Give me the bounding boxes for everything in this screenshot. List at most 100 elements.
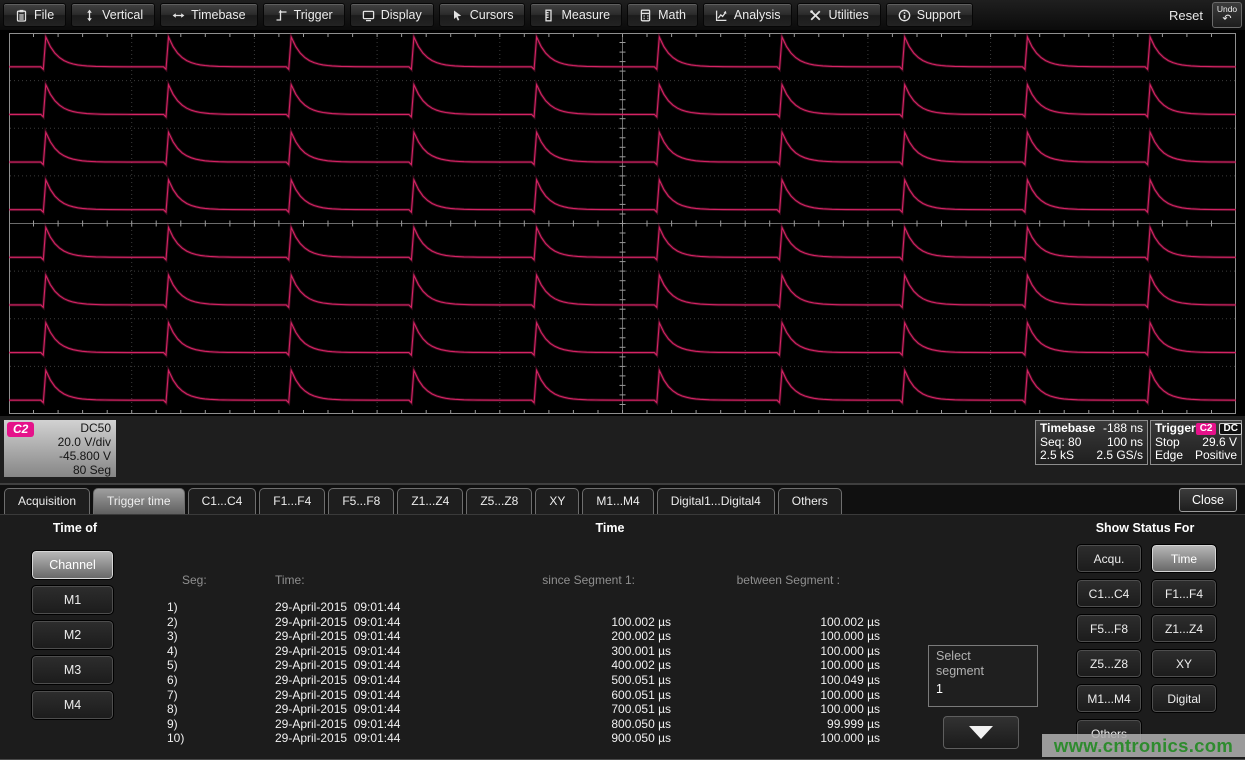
tab-digital1-digital4[interactable]: Digital1...Digital4: [657, 488, 775, 514]
menu-timebase-button[interactable]: Timebase: [160, 3, 257, 27]
menu-item-label: Analysis: [734, 8, 781, 22]
status-digital-button[interactable]: Digital: [1152, 685, 1216, 712]
time-cell: 29-April-2015 09:01:44: [235, 600, 495, 615]
reset-button[interactable]: Reset: [1169, 8, 1203, 23]
menu-analysis-button[interactable]: Analysis: [703, 3, 793, 27]
menu-item-label: Trigger: [294, 8, 333, 22]
time-of-m4-button[interactable]: M4: [32, 691, 113, 719]
menu-support-button[interactable]: Support: [886, 3, 973, 27]
channel-descriptor-c2[interactable]: C2 DC50 20.0 V/div -45.800 V 80 Seg: [4, 420, 116, 477]
utilities-icon: [809, 9, 822, 22]
menu-item-label: Vertical: [102, 8, 143, 22]
between-cell: 99.999 µs: [675, 717, 880, 732]
menu-math-button[interactable]: Math: [627, 3, 698, 27]
select-segment-box[interactable]: Select segment 1: [928, 645, 1038, 707]
trigger-coupling-badge: DC: [1219, 423, 1241, 435]
since-cell: 400.002 µs: [495, 658, 675, 673]
segment-down-button[interactable]: [943, 716, 1019, 749]
undo-button[interactable]: Undo ↶: [1212, 2, 1242, 28]
menu-item-label: Cursors: [470, 8, 514, 22]
between-cell: 100.000 µs: [675, 629, 880, 644]
status-z1-z4-button[interactable]: Z1...Z4: [1152, 615, 1216, 642]
time-cell: 29-April-2015 09:01:44: [235, 717, 495, 732]
trigger-level: 29.6 V: [1202, 436, 1237, 450]
analysis-icon: [715, 9, 728, 22]
seg-cell: 3): [150, 629, 235, 644]
menu-measure-button[interactable]: Measure: [530, 3, 622, 27]
table-row: 3)29-April-2015 09:01:44200.002 µs100.00…: [150, 629, 895, 644]
tab-f1-f4[interactable]: F1...F4: [259, 488, 325, 514]
select-segment-value: 1: [936, 682, 1030, 696]
seg-cell: 7): [150, 688, 235, 703]
status-c1-c4-button[interactable]: C1...C4: [1077, 580, 1141, 607]
time-of-m3-button[interactable]: M3: [32, 656, 113, 684]
tab-others[interactable]: Others: [778, 488, 842, 514]
menu-utilities-button[interactable]: Utilities: [797, 3, 880, 27]
menu-display-button[interactable]: Display: [350, 3, 434, 27]
measure-icon: [542, 9, 555, 22]
menu-trigger-button[interactable]: Trigger: [263, 3, 345, 27]
since-cell: 100.002 µs: [495, 615, 675, 630]
menu-item-label: Measure: [561, 8, 610, 22]
status-z5-z8-button[interactable]: Z5...Z8: [1077, 650, 1141, 677]
select-segment-label: Select segment: [936, 649, 1006, 679]
table-row: 7)29-April-2015 09:01:44600.051 µs100.00…: [150, 688, 895, 703]
table-row: 8)29-April-2015 09:01:44700.051 µs100.00…: [150, 702, 895, 717]
tab-m1-m4[interactable]: M1...M4: [582, 488, 653, 514]
trigger-descriptor[interactable]: Trigger C2 DC Stop29.6 V EdgePositive: [1150, 420, 1242, 465]
since-cell: 200.002 µs: [495, 629, 675, 644]
menu-cursors-button[interactable]: Cursors: [439, 3, 526, 27]
trigger-slope: Positive: [1195, 449, 1237, 463]
display-icon: [362, 9, 375, 22]
status-m1-m4-button[interactable]: M1...M4: [1077, 685, 1141, 712]
file-icon: [15, 9, 28, 22]
timebase-samples: 2.5 kS: [1040, 449, 1074, 463]
status-time-button[interactable]: Time: [1152, 545, 1216, 572]
seg-cell: 10): [150, 731, 235, 746]
trigger-mode: Stop: [1155, 436, 1180, 450]
trigger-type: Edge: [1155, 449, 1183, 463]
status-acqu-button[interactable]: Acqu.: [1077, 545, 1141, 572]
trigger-badges: C2 DC: [1196, 422, 1242, 436]
math-icon: [639, 9, 652, 22]
menu-vertical-button[interactable]: Vertical: [71, 3, 155, 27]
menu-file-button[interactable]: File: [3, 3, 66, 27]
tab-trigger-time[interactable]: Trigger time: [93, 488, 185, 514]
tab-xy[interactable]: XY: [535, 488, 579, 514]
header-time: Time:: [235, 573, 495, 587]
time-cell: 29-April-2015 09:01:44: [235, 731, 495, 746]
menu-right: Reset Undo ↶: [1169, 2, 1245, 28]
waveform-display[interactable]: [0, 30, 1245, 416]
status-f1-f4-button[interactable]: F1...F4: [1152, 580, 1216, 607]
oscilloscope-app: File Vertical Timebase Trigger Display Cursor…: [0, 0, 1245, 760]
status-f5-f8-button[interactable]: F5...F8: [1077, 615, 1141, 642]
tab-z1-z4[interactable]: Z1...Z4: [397, 488, 463, 514]
waveform-grid: [9, 33, 1236, 414]
table-row: 5)29-April-2015 09:01:44400.002 µs100.00…: [150, 658, 895, 673]
timebase-descriptor[interactable]: Timebase-188 ns Seq: 80100 ns 2.5 kS2.5 …: [1035, 420, 1148, 465]
time-cell: 29-April-2015 09:01:44: [235, 615, 495, 630]
status-xy-button[interactable]: XY: [1152, 650, 1216, 677]
vertical-icon: [83, 9, 96, 22]
time-of-m2-button[interactable]: M2: [32, 621, 113, 649]
time-of-m1-button[interactable]: M1: [32, 586, 113, 614]
tab-f5-f8[interactable]: F5...F8: [328, 488, 394, 514]
table-row: 10)29-April-2015 09:01:44900.050 µs100.0…: [150, 731, 895, 746]
support-icon: [898, 9, 911, 22]
dialog-tab-bar: AcquisitionTrigger timeC1...C4F1...F4F5.…: [0, 485, 1245, 515]
timebase-icon: [172, 9, 185, 22]
menu-item-label: Timebase: [191, 8, 245, 22]
tab-c1-c4[interactable]: C1...C4: [188, 488, 257, 514]
time-of-channel-button[interactable]: Channel: [32, 551, 113, 579]
status-dialog: AcquisitionTrigger timeC1...C4F1...F4F5.…: [0, 483, 1245, 760]
close-button[interactable]: Close: [1179, 488, 1237, 512]
timebase-delay: -188 ns: [1103, 422, 1143, 436]
since-cell: 500.051 µs: [495, 673, 675, 688]
tab-z5-z8[interactable]: Z5...Z8: [466, 488, 532, 514]
tab-acquisition[interactable]: Acquisition: [4, 488, 90, 514]
down-arrow-icon: [969, 726, 993, 739]
table-row: 4)29-April-2015 09:01:44300.001 µs100.00…: [150, 644, 895, 659]
since-cell: 600.051 µs: [495, 688, 675, 703]
channel-offset: -45.800 V: [4, 449, 111, 463]
between-cell: [675, 600, 880, 615]
